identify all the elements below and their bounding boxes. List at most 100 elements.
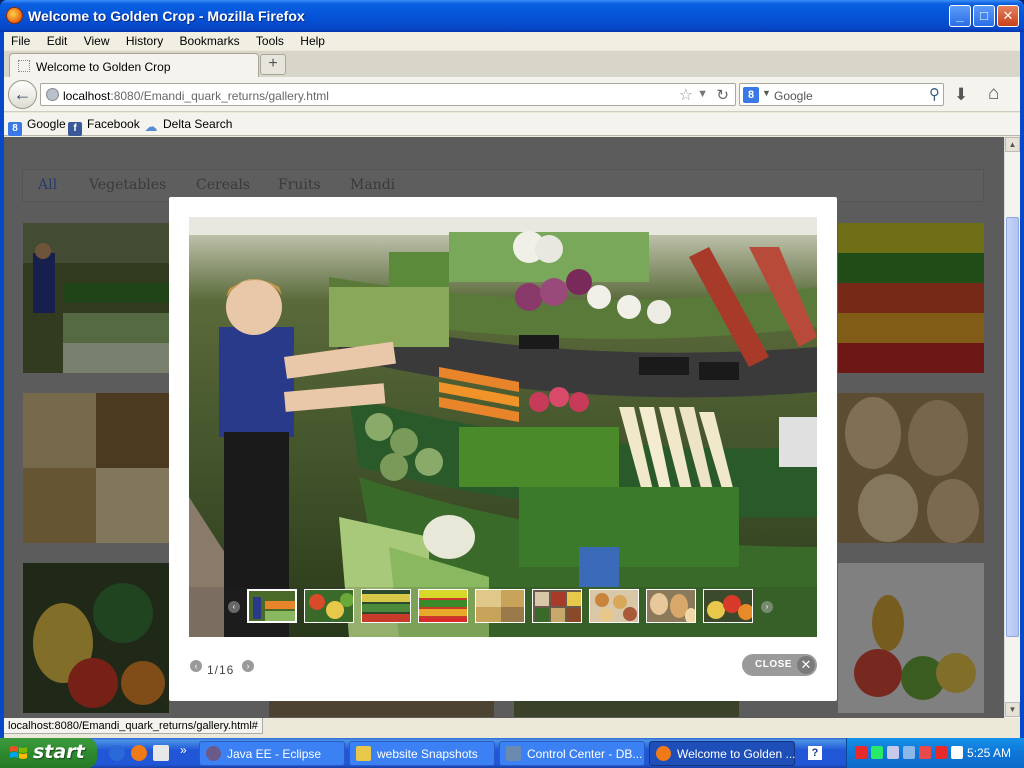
bookmark-star-icon[interactable]: ☆: [679, 85, 693, 105]
site-identity-icon[interactable]: [46, 88, 59, 101]
reload-icon[interactable]: ↻: [716, 86, 729, 104]
thumbnails-next-icon[interactable]: ›: [761, 601, 773, 613]
back-button[interactable]: ←: [8, 80, 37, 109]
filter-cereals[interactable]: Cereals: [196, 177, 250, 193]
bookmarks-toolbar: 8 Google f Facebook ☁ Delta Search: [4, 113, 1020, 136]
tray-network-icon[interactable]: [871, 746, 883, 759]
quicklaunch-overflow-icon[interactable]: »: [180, 743, 187, 757]
gallery-tile[interactable]: [23, 563, 169, 713]
filter-mandi[interactable]: Mandi: [350, 177, 395, 193]
ie-quicklaunch-icon[interactable]: [109, 745, 125, 761]
filter-fruits[interactable]: Fruits: [278, 177, 321, 193]
firefox-quicklaunch-icon[interactable]: [131, 745, 147, 761]
thumbnail-5[interactable]: [475, 589, 525, 623]
thumbnail-9[interactable]: [703, 589, 753, 623]
lightbox-image: [189, 217, 817, 637]
tray-security-icon[interactable]: [919, 746, 931, 759]
filter-all[interactable]: All: [38, 177, 57, 193]
close-icon: ✕: [797, 656, 815, 674]
search-engine-icon[interactable]: 8: [743, 87, 759, 103]
window-titlebar: Welcome to Golden Crop - Mozilla Firefox…: [0, 0, 1024, 32]
tab-strip: Welcome to Golden Crop +: [4, 51, 1020, 77]
tab-label: Welcome to Golden Crop: [36, 60, 171, 74]
menu-file[interactable]: File: [4, 32, 36, 48]
menu-help[interactable]: Help: [293, 32, 331, 48]
menu-edit[interactable]: Edit: [40, 32, 74, 48]
gallery-tile[interactable]: [23, 223, 169, 373]
task-website-snapshots[interactable]: website Snapshots: [349, 741, 495, 766]
window-title: Welcome to Golden Crop - Mozilla Firefox: [28, 8, 305, 24]
url-text: localhost:8080/Emandi_quark_returns/gall…: [63, 89, 329, 103]
lightbox-next-icon[interactable]: ›: [242, 660, 254, 672]
delta-search-icon: ☁: [144, 119, 158, 134]
folder-icon: [356, 746, 371, 761]
bookmark-facebook[interactable]: f Facebook: [68, 117, 140, 136]
bookmark-google[interactable]: 8 Google: [8, 117, 66, 136]
task-control-center[interactable]: Control Center - DB...: [499, 741, 645, 766]
scroll-down-icon[interactable]: ▼: [1005, 702, 1020, 717]
menu-history[interactable]: History: [119, 32, 169, 48]
task-firefox[interactable]: Welcome to Golden ...: [649, 741, 796, 766]
close-window-button[interactable]: ✕: [997, 5, 1019, 27]
lightbox-counter: 1/16: [207, 663, 235, 677]
gallery-tile[interactable]: [23, 393, 169, 543]
maximize-button[interactable]: □: [973, 5, 995, 27]
clock: 5:25 AM: [967, 746, 1012, 760]
google-bookmark-icon: 8: [8, 122, 22, 136]
task-eclipse[interactable]: Java EE - Eclipse: [199, 741, 345, 766]
tray-app-icon[interactable]: [903, 746, 915, 759]
scroll-up-icon[interactable]: ▲: [1005, 137, 1020, 152]
tray-volume-icon[interactable]: [951, 746, 963, 759]
tray-app-icon[interactable]: [887, 746, 899, 759]
windows-logo-icon: [10, 746, 27, 759]
bookmark-delta-search[interactable]: ☁ Delta Search: [144, 117, 233, 134]
firefox-task-icon: [656, 746, 671, 761]
thumbnail-7[interactable]: [589, 589, 639, 623]
db-control-center-icon: [506, 746, 521, 761]
thumbnail-8[interactable]: [646, 589, 696, 623]
new-tab-button[interactable]: +: [260, 54, 286, 75]
search-bar[interactable]: 8 ▼ Google ⚲: [739, 83, 944, 106]
search-icon[interactable]: ⚲: [929, 85, 940, 103]
start-button[interactable]: start: [0, 738, 97, 768]
gallery-tile[interactable]: [838, 223, 984, 373]
tray-search-icon[interactable]: [935, 746, 947, 759]
facebook-icon: f: [68, 122, 82, 136]
menu-view[interactable]: View: [77, 32, 116, 48]
thumbnail-strip: [225, 589, 757, 625]
thumbnail-4[interactable]: [418, 589, 468, 623]
menu-bar: File Edit View History Bookmarks Tools H…: [4, 32, 1020, 50]
system-tray: 5:25 AM: [846, 738, 1024, 768]
vertical-scrollbar[interactable]: ▲ ▼: [1004, 137, 1020, 718]
thumbnail-3[interactable]: [361, 589, 411, 623]
search-engine-dropdown-icon[interactable]: ▼: [762, 88, 771, 98]
filter-vegetables[interactable]: Vegetables: [89, 177, 166, 193]
gallery-tile[interactable]: [838, 563, 984, 713]
navigation-toolbar: ← localhost:8080/Emandi_quark_returns/ga…: [4, 77, 1020, 112]
close-label: CLOSE: [755, 659, 792, 670]
gallery-tile[interactable]: [838, 393, 984, 543]
downloads-icon[interactable]: ⬇: [954, 85, 968, 105]
status-bar: localhost:8080/Emandi_quark_returns/gall…: [4, 718, 1020, 738]
taskbar: start » Java EE - Eclipse website Snapsh…: [0, 738, 1024, 768]
lightbox-close-button[interactable]: CLOSE ✕: [742, 654, 817, 676]
quicklaunch-app-icon[interactable]: [153, 745, 169, 761]
minimize-button[interactable]: _: [949, 5, 971, 27]
status-text: localhost:8080/Emandi_quark_returns/gall…: [4, 718, 263, 734]
page-favicon-icon: [18, 60, 30, 72]
url-bar[interactable]: localhost:8080/Emandi_quark_returns/gall…: [40, 83, 736, 106]
scrollbar-thumb[interactable]: [1006, 217, 1019, 637]
tab-golden-crop[interactable]: Welcome to Golden Crop: [9, 53, 259, 77]
home-icon[interactable]: ⌂: [988, 83, 999, 105]
thumbnail-2[interactable]: [304, 589, 354, 623]
thumbnail-6[interactable]: [532, 589, 582, 623]
thumbnail-1[interactable]: [247, 589, 297, 623]
menu-bookmarks[interactable]: Bookmarks: [173, 32, 246, 48]
lightbox-prev-icon[interactable]: ‹: [190, 660, 202, 672]
tray-app-icon[interactable]: [855, 746, 867, 759]
help-icon[interactable]: ?: [808, 746, 822, 760]
start-label: start: [33, 741, 85, 763]
url-history-dropdown-icon[interactable]: ▼: [697, 88, 708, 100]
search-input[interactable]: Google: [774, 89, 813, 103]
menu-tools[interactable]: Tools: [249, 32, 290, 48]
